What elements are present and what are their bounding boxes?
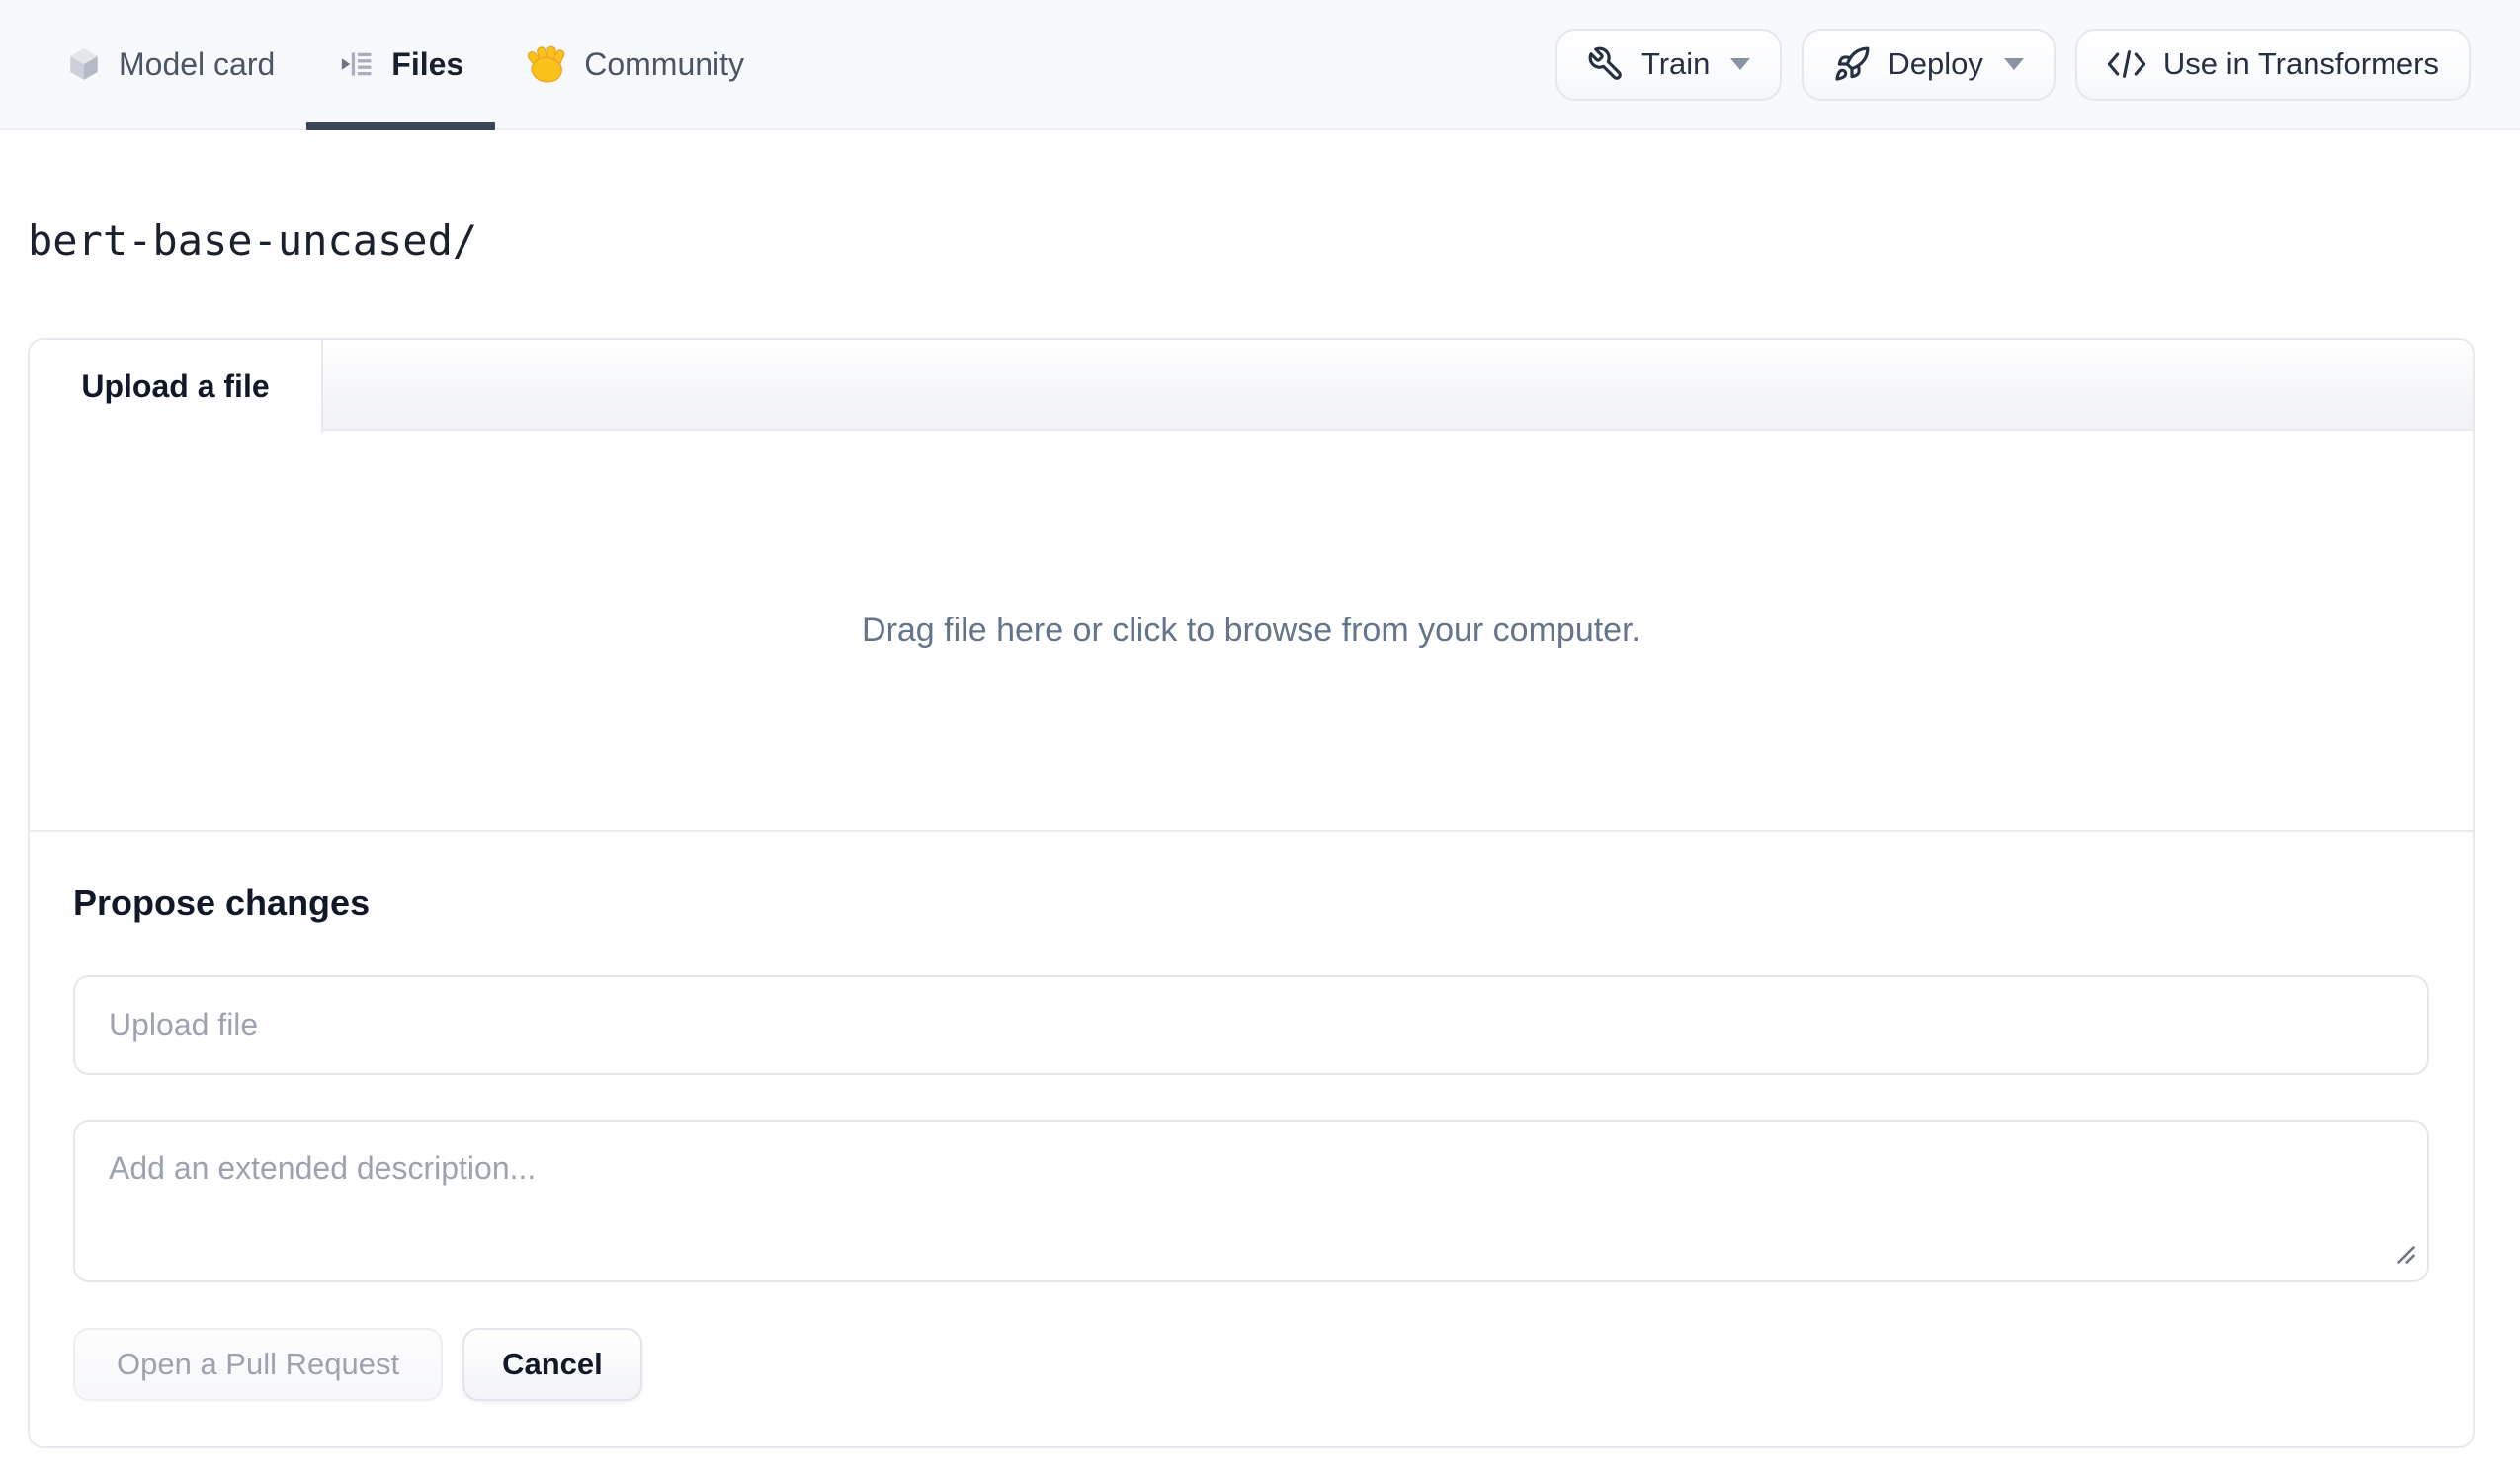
deploy-button-label: Deploy <box>1888 46 1983 81</box>
tab-community[interactable]: Community <box>495 0 776 128</box>
train-button[interactable]: Train <box>1554 28 1783 101</box>
waving-hand-icon <box>527 44 566 84</box>
breadcrumb[interactable]: bert-base-uncased/ <box>28 215 2520 267</box>
propose-changes-section: Propose changes Open a Pull Request Canc… <box>30 830 2473 1446</box>
propose-actions-row: Open a Pull Request Cancel <box>73 1328 2429 1402</box>
tab-community-label: Community <box>584 45 745 82</box>
upload-filename-input[interactable] <box>73 975 2429 1076</box>
upload-panel-tabbar: Upload a file <box>30 340 2473 433</box>
use-in-transformers-label: Use in Transformers <box>2162 46 2439 81</box>
code-icon <box>2107 47 2146 81</box>
cube-icon <box>67 46 101 82</box>
repo-topbar: Model card Files Community Train Deploy … <box>0 0 2520 130</box>
file-dropzone[interactable]: Drag file here or click to browse from y… <box>30 431 2473 830</box>
open-pull-request-button[interactable]: Open a Pull Request <box>73 1328 444 1402</box>
resize-grip-icon[interactable] <box>2395 1244 2417 1271</box>
repo-action-buttons: Train Deploy Use in Transformers <box>1554 0 2471 128</box>
tab-model-card-label: Model card <box>119 45 276 82</box>
rocket-icon <box>1833 45 1871 83</box>
train-button-label: Train <box>1640 46 1711 81</box>
dropzone-hint-text: Drag file here or click to browse from y… <box>862 611 1640 649</box>
cancel-button[interactable]: Cancel <box>462 1328 642 1402</box>
tab-files-label: Files <box>391 45 464 82</box>
description-field-wrap <box>73 1120 2429 1283</box>
upload-panel: Upload a file Drag file here or click to… <box>28 338 2475 1449</box>
extended-description-textarea[interactable] <box>73 1120 2429 1283</box>
propose-changes-heading: Propose changes <box>73 882 371 923</box>
files-list-icon <box>338 46 374 82</box>
repo-tab-nav: Model card Files Community <box>36 0 776 130</box>
use-in-transformers-button[interactable]: Use in Transformers <box>2074 28 2471 101</box>
chevron-down-icon <box>1730 58 1751 70</box>
tab-model-card[interactable]: Model card <box>36 0 306 128</box>
wrench-icon <box>1587 45 1625 83</box>
tab-upload-a-file[interactable]: Upload a file <box>30 340 323 433</box>
active-tab-indicator <box>306 122 496 130</box>
tab-files[interactable]: Files <box>306 0 496 130</box>
chevron-down-icon <box>2003 58 2024 70</box>
deploy-button[interactable]: Deploy <box>1802 28 2056 101</box>
